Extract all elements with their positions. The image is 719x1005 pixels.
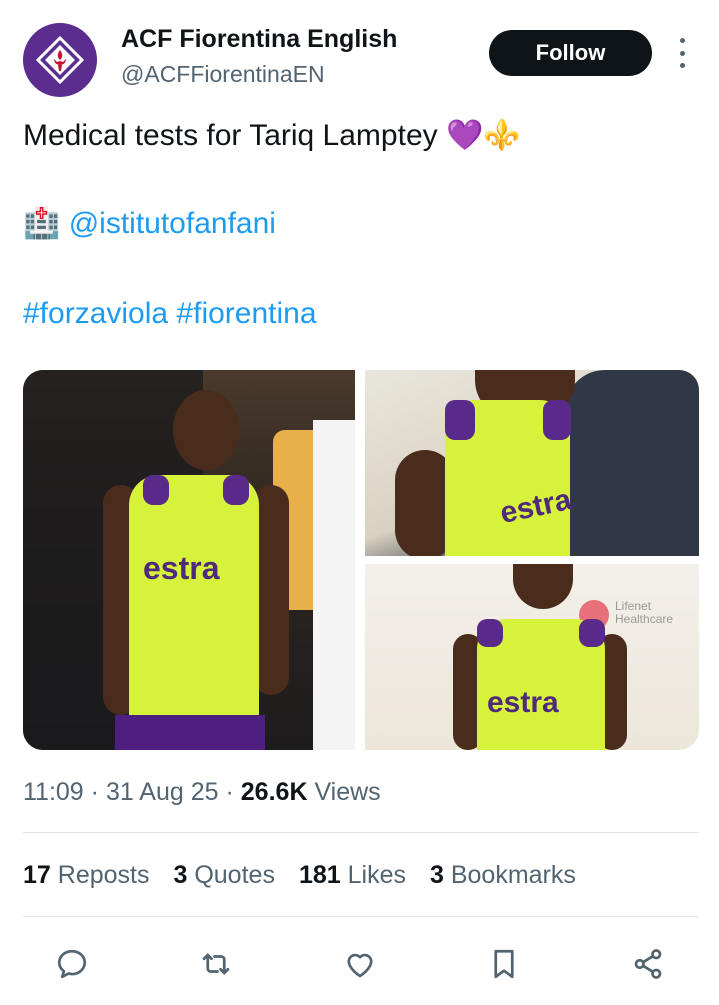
tweet-time[interactable]: 11:09 — [23, 778, 84, 806]
likes-count: 181 — [298, 861, 341, 889]
reposts-count: 17 — [23, 861, 51, 889]
purple-heart-emoji: 💜 — [445, 119, 484, 152]
meta-separator: · — [218, 778, 241, 806]
views-label: Views — [307, 778, 381, 806]
likes-stat[interactable]: 181 Likes — [299, 861, 406, 890]
tweet-photo-1[interactable]: estra — [23, 370, 355, 750]
tweet-text-line: Medical tests for Tariq Lamptey 💜⚜️ — [23, 118, 521, 154]
bookmarks-count: 3 — [429, 861, 444, 889]
likes-label: Likes — [340, 861, 406, 889]
tweet-photo-3[interactable]: Lifenet Healthcare estra — [365, 564, 699, 750]
repost-icon[interactable] — [196, 944, 236, 984]
hashtag-link-forzaviola[interactable]: #forzaviola — [23, 297, 168, 330]
hospital-emoji: 🏥 — [23, 207, 61, 240]
reply-icon[interactable] — [52, 944, 92, 984]
reposts-label: Reposts — [50, 861, 150, 889]
like-icon[interactable] — [340, 944, 380, 984]
fleur-de-lis-emoji: ⚜️ — [483, 119, 521, 152]
avatar[interactable] — [23, 23, 97, 97]
tweet-meta: 11:09 · 31 Aug 25 · 26.6K Views — [23, 778, 381, 807]
bookmark-icon[interactable] — [484, 944, 524, 984]
quotes-label: Quotes — [187, 861, 275, 889]
divider — [23, 832, 699, 833]
media-grid: estra estra Lifenet Healthcare estra — [23, 370, 699, 750]
meta-separator: · — [83, 778, 106, 806]
views-count: 26.6K — [240, 778, 308, 806]
divider — [23, 916, 699, 917]
reposts-stat[interactable]: 17 Reposts — [23, 861, 149, 890]
follow-button[interactable]: Follow — [489, 30, 652, 76]
hashtag-link-fiorentina[interactable]: #fiorentina — [176, 297, 316, 330]
tweet-text: Medical tests for Tariq Lamptey — [23, 119, 446, 152]
tweet-photo-2[interactable]: estra — [365, 370, 699, 556]
jersey-brand-text-3: estra — [487, 686, 559, 719]
bookmarks-label: Bookmarks — [443, 861, 576, 889]
share-icon[interactable] — [628, 944, 668, 984]
quotes-stat[interactable]: 3 Quotes — [173, 861, 274, 890]
fiorentina-logo-icon — [35, 35, 85, 85]
hashtag-line: #forzaviola #fiorentina — [23, 296, 317, 332]
engagement-stats: 17 Reposts 3 Quotes 181 Likes 3 Bookmark… — [23, 861, 576, 890]
account-name[interactable]: ACF Fiorentina English — [121, 25, 397, 54]
tweet-date[interactable]: 31 Aug 25 — [106, 778, 219, 806]
jersey-brand-text: estra — [143, 550, 220, 586]
more-options-icon[interactable] — [672, 38, 692, 68]
account-handle[interactable]: @ACFFiorentinaEN — [121, 61, 325, 88]
quotes-count: 3 — [173, 861, 188, 889]
clinic-sign-text: Lifenet Healthcare — [615, 599, 674, 626]
mention-link[interactable]: @istitutofanfani — [69, 207, 276, 240]
mention-line: 🏥 @istitutofanfani — [23, 206, 276, 242]
bookmarks-stat[interactable]: 3 Bookmarks — [430, 861, 576, 890]
